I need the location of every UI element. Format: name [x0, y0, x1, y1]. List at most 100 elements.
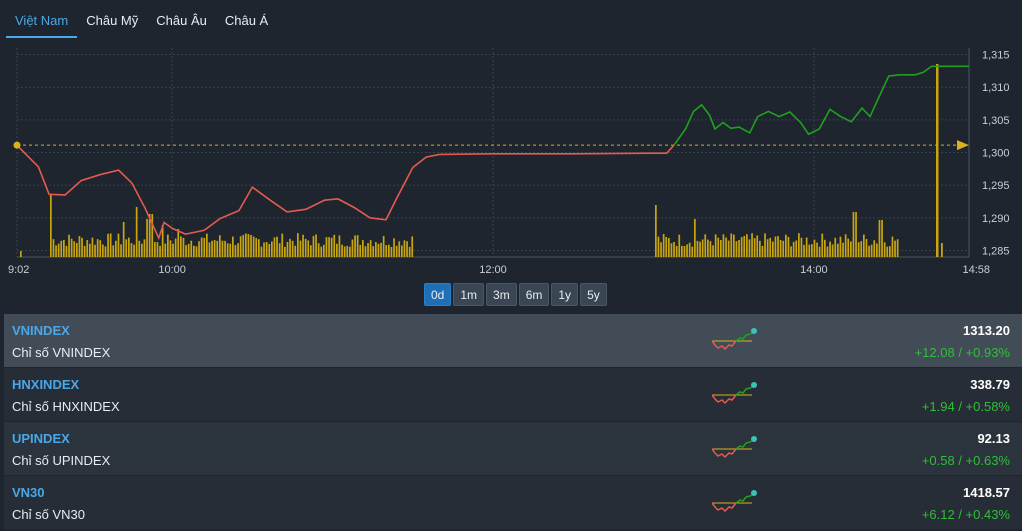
volume-bar	[717, 237, 720, 257]
volume-bar	[941, 243, 943, 257]
volume-bar	[406, 241, 408, 257]
volume-bar	[855, 212, 857, 257]
volume-bar	[712, 245, 714, 257]
volume-bar	[265, 241, 268, 257]
volume-bar	[385, 245, 388, 257]
volume-bar	[808, 244, 811, 257]
volume-bar	[315, 234, 317, 257]
x-tick-label: 9:02	[8, 264, 29, 276]
range-3m-button[interactable]: 3m	[486, 283, 517, 306]
volume-bar	[143, 239, 146, 257]
volume-bar	[122, 222, 125, 257]
volume-bar	[333, 234, 336, 257]
volume-bar	[720, 240, 722, 257]
range-6m-button[interactable]: 6m	[518, 283, 550, 306]
volume-bar	[198, 241, 200, 257]
volume-bar	[328, 237, 330, 257]
tab-chau-my[interactable]: Châu Mỹ	[77, 0, 147, 38]
volume-bar	[800, 237, 803, 257]
volume-bar	[675, 245, 678, 257]
volume-bar	[670, 243, 673, 257]
volume-bar	[393, 238, 395, 257]
volume-bar	[881, 220, 883, 257]
volume-bar	[317, 243, 320, 257]
volume-bar	[159, 245, 161, 257]
volume-bar	[382, 235, 385, 257]
volume-bar	[286, 241, 289, 257]
volume-bar	[354, 235, 356, 257]
volume-bar	[278, 243, 281, 257]
volume-bar	[870, 244, 873, 257]
volume-bar	[154, 242, 156, 257]
volume-bar	[748, 239, 751, 257]
index-row-upindex[interactable]: UPINDEX Chỉ số UPINDEX 92.13 +0.58 / +0.…	[4, 422, 1022, 476]
tab-viet-nam[interactable]: Việt Nam	[6, 0, 78, 38]
sparkline-dot	[751, 382, 757, 388]
volume-bar	[681, 245, 683, 257]
tab-chau-a[interactable]: Châu Á	[216, 0, 277, 38]
volume-bar	[369, 240, 372, 257]
x-tick-label: 14:58	[962, 264, 990, 276]
index-row-vn30[interactable]: VN30 Chỉ số VN30 1418.57 +6.12 / +0.43%	[4, 476, 1022, 530]
volume-bar	[824, 239, 826, 257]
volume-bar	[792, 241, 795, 257]
volume-bar	[876, 243, 878, 257]
volume-bar	[343, 246, 346, 257]
volume-bar	[709, 241, 712, 257]
volume-bar	[408, 246, 411, 257]
y-tick-label: 1,305	[982, 115, 1010, 127]
volume-bar	[180, 236, 182, 257]
volume-bar	[777, 236, 779, 257]
volume-bar	[299, 240, 302, 257]
volume-bar	[688, 242, 691, 257]
volume-bar	[660, 242, 662, 257]
market-tabs: Việt Nam Châu Mỹ Châu Âu Châu Á	[6, 0, 277, 38]
sparkline-icon	[712, 382, 757, 405]
volume-bar	[190, 240, 193, 257]
volume-bar	[733, 234, 735, 257]
tab-chau-au[interactable]: Châu Âu	[147, 0, 216, 38]
sparkline-dot	[751, 490, 757, 496]
volume-bar	[886, 246, 889, 257]
volume-bar	[258, 239, 260, 257]
index-row-hnxindex[interactable]: HNXINDEX Chỉ số HNXINDEX 338.79 +1.94 / …	[4, 368, 1022, 422]
range-1m-button[interactable]: 1m	[453, 283, 485, 306]
sparkline-down	[712, 448, 737, 459]
volume-bar	[338, 235, 341, 257]
volume-bar	[860, 241, 863, 257]
volume-bar	[182, 237, 185, 257]
volume-bar	[769, 237, 772, 257]
volume-bar	[829, 241, 831, 257]
volume-bar	[185, 245, 187, 257]
index-symbol[interactable]: UPINDEX	[12, 431, 70, 446]
volume-bar	[289, 238, 291, 257]
range-1y-button[interactable]: 1y	[551, 283, 579, 306]
volume-bar	[364, 246, 367, 257]
volume-bar	[398, 241, 401, 257]
index-symbol[interactable]: VNINDEX	[12, 323, 70, 338]
index-value: 1313.20	[963, 323, 1010, 338]
volume-bar	[320, 246, 323, 257]
volume-bar	[146, 219, 148, 257]
index-symbol[interactable]: VN30	[12, 485, 45, 500]
volume-bar	[65, 245, 68, 257]
volume-bar	[208, 242, 211, 257]
sparkline-down	[712, 394, 737, 405]
volume-bar	[20, 251, 22, 257]
index-change: +6.12 / +0.43%	[921, 507, 1010, 522]
range-0d-button[interactable]: 0d	[424, 283, 452, 306]
index-symbol[interactable]: HNXINDEX	[12, 377, 79, 392]
volume-bar	[772, 241, 774, 257]
volume-bar	[304, 238, 307, 257]
volume-bar	[725, 237, 727, 257]
sparkline-dot	[751, 436, 757, 442]
index-row-vnindex[interactable]: VNINDEX Chỉ số VNINDEX 1313.20 +12.08 / …	[4, 314, 1022, 368]
volume-bar	[125, 239, 128, 257]
volume-bar	[380, 242, 382, 257]
range-5y-button[interactable]: 5y	[580, 283, 607, 306]
reference-arrow	[957, 140, 969, 151]
volume-bar	[213, 240, 216, 257]
volume-bar	[78, 236, 81, 257]
volume-bar	[268, 243, 271, 257]
volume-bar	[699, 241, 701, 257]
